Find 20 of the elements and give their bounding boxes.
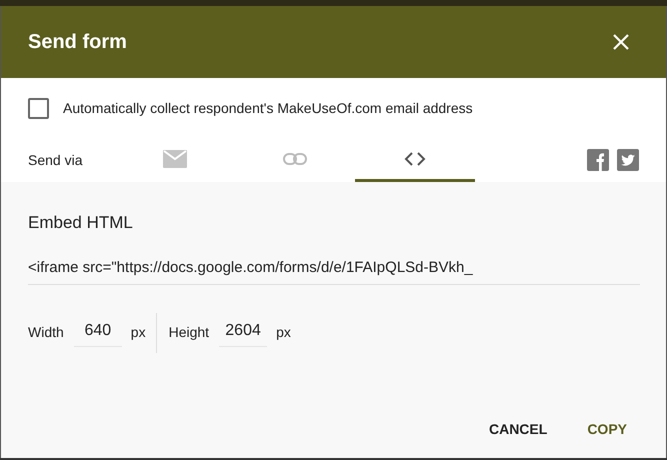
dimension-field[interactable]: 2604 (219, 318, 268, 346)
checkbox[interactable] (28, 98, 49, 118)
bird-icon[interactable] (617, 149, 639, 171)
dimension-label: Height (168, 323, 210, 342)
unit-label: px (276, 323, 291, 342)
send-via-label: Send via (28, 150, 84, 170)
code-icon (404, 152, 426, 166)
unit-label: px (130, 323, 146, 342)
dimension-label: Width (28, 323, 64, 342)
checkbox-label: Automatically collect respondent's MakeUseOf.com email address (63, 98, 473, 118)
link-icon (283, 152, 307, 164)
embed-heading: Embed HTML (28, 212, 134, 234)
mail-icon (163, 150, 187, 168)
cancel-button[interactable]: CANCEL (478, 410, 558, 448)
close-icon[interactable] (612, 33, 630, 51)
copy-button[interactable]: COPY (577, 410, 637, 448)
dialog-title: Send form (28, 30, 127, 55)
facebook-icon[interactable] (587, 149, 609, 171)
dimension-field[interactable]: 640 (74, 318, 122, 346)
embed-code-field[interactable]: <iframe src="https://docs.google.com/forms/d/e/1FAIpQLSd-BVkh_ (28, 252, 640, 284)
